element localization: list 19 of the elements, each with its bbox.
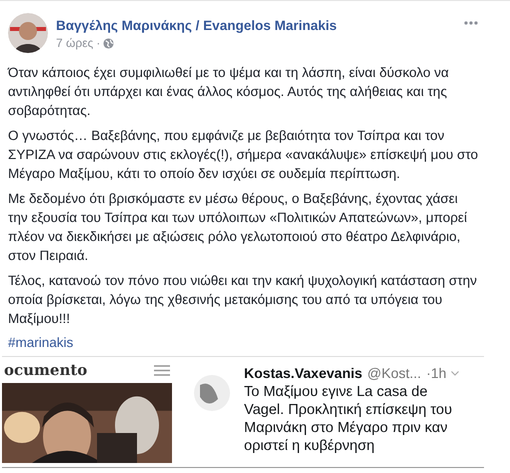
tweet-handle: @Kost... xyxy=(367,365,422,381)
author-name[interactable]: Βαγγέλης Μαρινάκης / Evangelos Marinakis xyxy=(56,18,456,33)
separator-dot: · xyxy=(96,36,100,50)
avatar-icon xyxy=(194,375,230,411)
menu-icon xyxy=(154,364,170,376)
globe-icon xyxy=(103,38,114,48)
post-paragraph: Τέλος, κατανοώ τον πόνο που νιώθει και την κακή ψυχολογική κατάσταση στην οποία βρίσκεται, λόγω της χθεσινής μετακόμισης του από τα υπόγεια του Μαξίμου!!! xyxy=(8,272,478,328)
chevron-icon xyxy=(451,370,460,376)
post-paragraph: Με δεδομένο ότι βρισκόμαστε εν μέσω θέρους, ο Βαξεβάνης, έχοντας χάσει την εξουσία του Τσίπρα και των υπόλοιπων «Πολιτικών Απατεώνων», μπορεί πλέον να διεκδικήσει με αξιώσεις ρόλο γελωτοποιού στο θέατρο Δελφινάριο, στον Πειραιά. xyxy=(8,190,468,265)
tweet-time: ·1h xyxy=(426,365,446,381)
site-logo: ocumento xyxy=(4,361,88,379)
avatar-icon[interactable] xyxy=(8,13,48,53)
post-paragraph: Ο γνωστός… Βαξεβάνης, που εμφάνιζε με βεβαιότητα τον Τσίπρα και τον ΣΥΡΙΖΑ να σαρώνουν στις εκλογές(!), σήμερα «ανακάλυψε» επίσκεψή μου στο Μέγαρο Μαξίμου, κάτι το οποίο δεν ισχύει σε ουδεμία περίπτωση. xyxy=(8,127,478,183)
tweet-author: Kostas.Vaxevanis xyxy=(244,365,362,381)
tweet-text: Το Μαξίμου εγινε La casa de Vagel. Προκλητική επίσκεψη του Μαρινάκη στο Μέγαρο πριν καν οριστεί η κυβέρνηση xyxy=(244,383,454,455)
attached-image[interactable]: ocumento Kostas.Vaxevanis @Kost... ·1h Το Μαξίμου εγινε La casa de Vagel. Προκλητική επίσκεψη του Μαρινάκη στο Μέγαρο πριν καν οριστεί η κυβέρνηση xyxy=(2,356,484,468)
hashtag-link[interactable]: #marinakis xyxy=(8,335,74,350)
more-options-icon[interactable] xyxy=(464,21,478,25)
post-paragraph: Όταν κάποιος έχει συμφιλιωθεί με το ψέμα και τη λάσπη, είναι δύσκολο να αντιληφθεί ότι υπάρχει και ένας άλλος κόσμος. Αυτός της αλήθειας και της σοβαρότητας. xyxy=(8,64,450,120)
